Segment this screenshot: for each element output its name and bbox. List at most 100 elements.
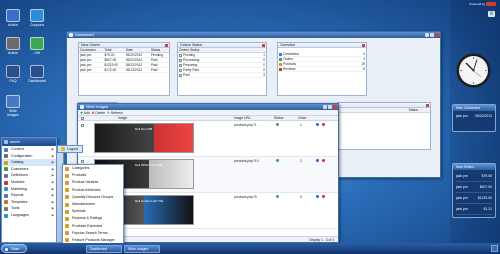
slide-order: 3 <box>300 195 302 199</box>
slide-image-row[interactable]: Dell Nex 938 products.php?1 1 <box>78 121 338 157</box>
table-row[interactable]: Paid 3 <box>178 72 266 79</box>
clock-widget <box>456 53 491 88</box>
minimize-button[interactable] <box>323 105 327 109</box>
status-active-icon[interactable] <box>276 123 279 126</box>
taskbar-task-dashboard[interactable]: Dashboard <box>86 244 122 253</box>
status-col-header: Status <box>338 108 430 114</box>
edit-icon[interactable] <box>316 159 319 162</box>
menu-item-label: Languages <box>11 212 29 217</box>
menu-item-icon <box>4 193 8 198</box>
overview-row[interactable]: Reviews 5 <box>278 66 366 73</box>
submenu-item[interactable]: Quantity Discount Groups <box>63 194 123 201</box>
desktop-icon-3[interactable]: Gift <box>27 37 47 55</box>
start-menu-item-definitions[interactable]: Definitions ▶ <box>2 172 56 179</box>
row-checkbox[interactable] <box>81 124 84 127</box>
submenu-item[interactable]: Manufacturers <box>63 201 123 208</box>
overview-label: Customers <box>283 52 299 57</box>
close-button[interactable] <box>435 33 439 37</box>
minimize-button[interactable] <box>425 33 429 37</box>
row-checkbox[interactable] <box>81 160 84 163</box>
sidebar-gear-icon[interactable]: ⚙ <box>488 11 495 17</box>
desktop-icon-label: Article <box>8 51 18 55</box>
submenu-item-icon <box>65 188 69 193</box>
delete-row-icon[interactable] <box>322 195 325 198</box>
logout-button[interactable]: Logout <box>57 145 83 153</box>
new-order-item[interactable]: jack pm $1219.00 <box>456 193 492 204</box>
edit-icon[interactable] <box>316 195 319 198</box>
start-menu-item-languages[interactable]: Languages ▶ <box>2 212 56 219</box>
start-menu-item-catalog[interactable]: Catalog ▶ <box>2 159 56 166</box>
start-menu-item-tools[interactable]: Tools ▶ <box>2 205 56 212</box>
desktop-icon-0[interactable]: Article <box>3 9 23 27</box>
status-label: Processing <box>183 58 200 63</box>
new-customer-item[interactable]: jack pm 05/22/2012 <box>456 113 492 119</box>
submenu-item[interactable]: Product Attributes <box>63 187 123 194</box>
desktop-icon-1[interactable]: Coupons <box>27 9 47 27</box>
taskbar-task-slide-images[interactable]: Slide Images <box>124 244 160 253</box>
orders-status-panel: Orders Status Orders Status Pending 1 Proc… <box>177 42 267 96</box>
status-checkbox[interactable] <box>179 63 182 67</box>
order-customer: jack pm <box>456 185 468 189</box>
table-row[interactable]: jack pm $172.00 05/13/2012 Paid <box>79 67 169 74</box>
start-menu-item-reports[interactable]: Reports ▶ <box>2 192 56 199</box>
start-menu-item-templates[interactable]: Templates ▶ <box>2 199 56 206</box>
start-menu-item-modules[interactable]: Modules ▶ <box>2 179 56 186</box>
panel-close-icon[interactable] <box>262 44 265 47</box>
slide-images-window-icon <box>80 105 84 109</box>
overview-title: Overview <box>280 43 295 47</box>
submenu-item-label: Specials <box>72 209 86 214</box>
submenu-item[interactable]: Popular Search Terms <box>63 230 123 237</box>
menu-item-label: Templates <box>11 199 28 204</box>
submenu-item[interactable]: Products Expected <box>63 223 123 230</box>
desktop-icon-2[interactable]: Article <box>3 37 23 55</box>
chevron-right-icon: ▶ <box>51 160 54 165</box>
edit-icon[interactable] <box>316 123 319 126</box>
submenu-item[interactable]: Categories <box>63 165 123 172</box>
status-checkbox[interactable] <box>179 58 182 62</box>
menu-item-icon <box>4 187 8 192</box>
status-active-icon[interactable] <box>276 195 279 198</box>
refresh-button[interactable]: ⟳ Refresh <box>107 111 123 115</box>
show-desktop-button[interactable] <box>491 245 498 252</box>
panel-close-icon[interactable] <box>362 44 365 47</box>
overview-row-icon <box>279 62 282 66</box>
submenu-item[interactable]: Products <box>63 172 123 179</box>
add-button[interactable]: ✚ Add <box>80 111 90 115</box>
status-active-icon[interactable] <box>276 159 279 162</box>
maximize-button[interactable] <box>328 105 332 109</box>
status-checkbox[interactable] <box>179 53 182 57</box>
start-button[interactable]: Start <box>1 244 27 253</box>
menu-item-label: Marketing <box>11 186 27 191</box>
submenu-item[interactable]: Reviews & Ratings <box>63 215 123 222</box>
desktop-icon-5[interactable]: Dashboard <box>27 65 47 83</box>
desktop-icon-6[interactable]: Slide Images <box>3 95 23 117</box>
orders-status-header: Orders Status <box>178 43 266 48</box>
panel-close-icon[interactable] <box>165 44 168 47</box>
menu-item-icon <box>4 160 8 165</box>
start-menu-item-content[interactable]: Content ▶ <box>2 146 56 153</box>
submenu-item[interactable]: Specials <box>63 208 123 215</box>
delete-row-icon[interactable] <box>322 159 325 162</box>
table-cell: Paid <box>149 67 169 74</box>
start-menu-item-customers[interactable]: Customers ▶ <box>2 166 56 173</box>
menu-item-icon <box>4 154 8 159</box>
submenu-item-icon <box>65 195 69 200</box>
overview-row-icon <box>279 57 282 61</box>
status-checkbox[interactable] <box>179 73 182 77</box>
new-order-item[interactable]: jack pm $1.21 <box>456 204 492 215</box>
start-menu-item-configuration[interactable]: Configuration ▶ <box>2 153 56 160</box>
new-order-item[interactable]: jack pm $607.00 <box>456 182 492 193</box>
submenu-item[interactable]: Product Variants <box>63 179 123 186</box>
status-checkbox[interactable] <box>179 68 182 72</box>
desktop-icon-4[interactable]: FAQ <box>3 65 23 83</box>
new-orders-widget-title: New Orders <box>456 165 475 169</box>
start-menu-user: admin <box>10 140 21 144</box>
new-order-item[interactable]: jack pm $79.00 <box>456 171 492 182</box>
maximize-button[interactable] <box>430 33 434 37</box>
start-menu-item-marketing[interactable]: Marketing ▶ <box>2 186 56 193</box>
powered-by: Powered by <box>462 2 496 9</box>
panel-close-icon[interactable] <box>426 104 429 107</box>
delete-button[interactable]: ✖ Delete <box>92 111 106 115</box>
delete-row-icon[interactable] <box>322 123 325 126</box>
close-button[interactable] <box>333 105 337 109</box>
